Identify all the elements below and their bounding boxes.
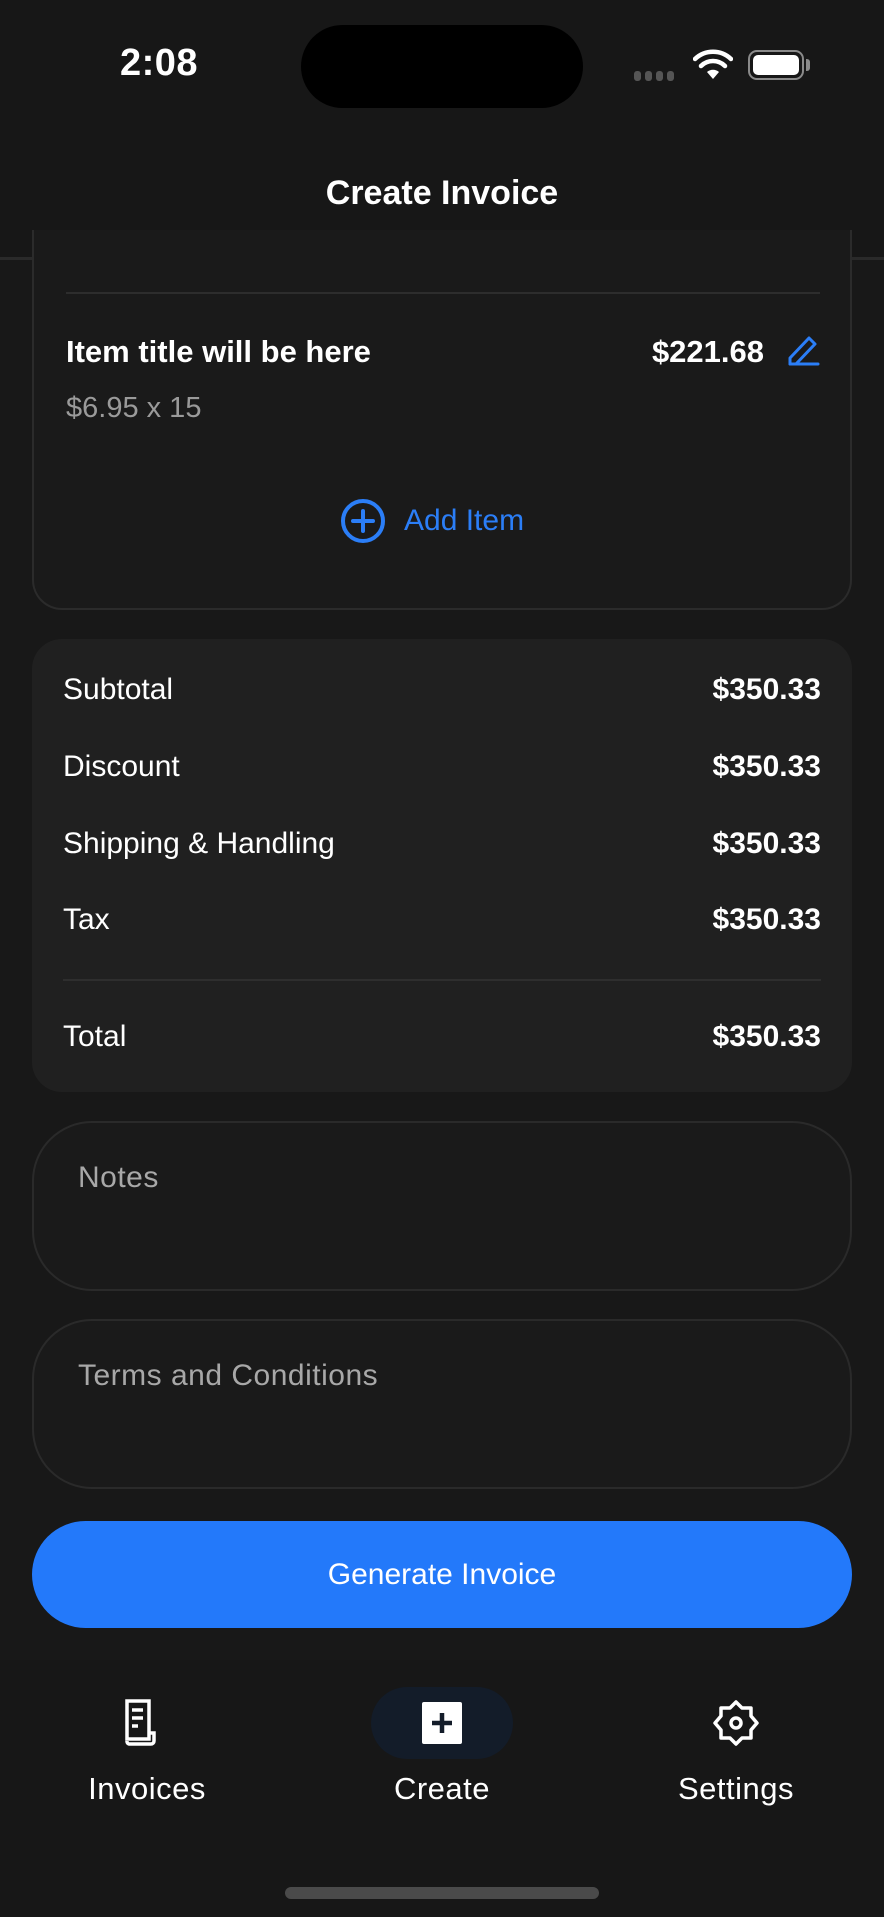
- tab-invoices-label: Invoices: [88, 1771, 206, 1806]
- subtotal-value: $350.33: [712, 673, 821, 706]
- add-item-label: Add Item: [404, 504, 525, 537]
- status-time: 2:08: [120, 42, 199, 84]
- tab-create-label: Create: [393, 1771, 491, 1806]
- dynamic-island: [301, 25, 583, 108]
- page-title: Create Invoice: [325, 174, 559, 212]
- status-bar: 2:08: [0, 0, 884, 130]
- item-title: Item title will be here: [66, 334, 371, 369]
- shipping-value: $350.33: [712, 827, 821, 860]
- subtotal-row: Subtotal $350.33: [63, 673, 821, 707]
- discount-value: $350.33: [712, 750, 821, 783]
- battery-tip: [806, 59, 810, 71]
- notes-placeholder: Notes: [78, 1161, 159, 1194]
- generate-invoice-button[interactable]: Generate Invoice: [32, 1521, 852, 1628]
- tab-create[interactable]: Create: [342, 1660, 542, 1807]
- divider: [63, 979, 821, 981]
- tab-bar: Invoices Create Settings: [0, 1660, 884, 1917]
- edit-icon[interactable]: [786, 334, 820, 368]
- tab-invoices[interactable]: Invoices: [47, 1660, 247, 1807]
- shipping-row[interactable]: Shipping & Handling $350.33: [63, 827, 821, 861]
- item-total: $221.68: [651, 334, 764, 369]
- cellular-signal-icon: [634, 71, 674, 81]
- totals-card: Subtotal $350.33 Discount $350.33 Shippi…: [32, 639, 852, 1092]
- tab-settings[interactable]: Settings: [636, 1660, 836, 1807]
- tab-settings-label: Settings: [677, 1771, 794, 1806]
- terms-placeholder: Terms and Conditions: [78, 1359, 379, 1392]
- terms-input[interactable]: Terms and Conditions: [32, 1319, 852, 1489]
- total-value: $350.33: [712, 1020, 821, 1053]
- line-items-card: Item title will be here $221.68 $6.95 x …: [32, 230, 852, 610]
- notes-input[interactable]: Notes: [32, 1121, 852, 1291]
- create-icon: [422, 1702, 462, 1744]
- add-item-button[interactable]: Add Item: [340, 498, 524, 544]
- tax-row[interactable]: Tax $350.33: [63, 903, 821, 937]
- discount-row[interactable]: Discount $350.33: [63, 750, 821, 784]
- invoice-icon: [125, 1699, 156, 1746]
- subtotal-label: Subtotal: [63, 673, 174, 706]
- discount-label: Discount: [63, 750, 180, 783]
- tax-value: $350.33: [712, 903, 821, 936]
- divider: [66, 292, 820, 294]
- total-label: Total: [63, 1020, 127, 1053]
- wifi-icon: [693, 49, 733, 79]
- gear-icon: [713, 1700, 759, 1746]
- shipping-label: Shipping & Handling: [63, 827, 335, 860]
- tax-label: Tax: [63, 903, 110, 936]
- battery-icon: [748, 50, 804, 80]
- item-price-quantity: $6.95 x 15: [66, 392, 202, 424]
- total-row: Total $350.33: [63, 1020, 821, 1054]
- tab-create-highlight: [371, 1687, 513, 1759]
- home-indicator: [285, 1887, 599, 1899]
- plus-circle-icon: [341, 499, 385, 543]
